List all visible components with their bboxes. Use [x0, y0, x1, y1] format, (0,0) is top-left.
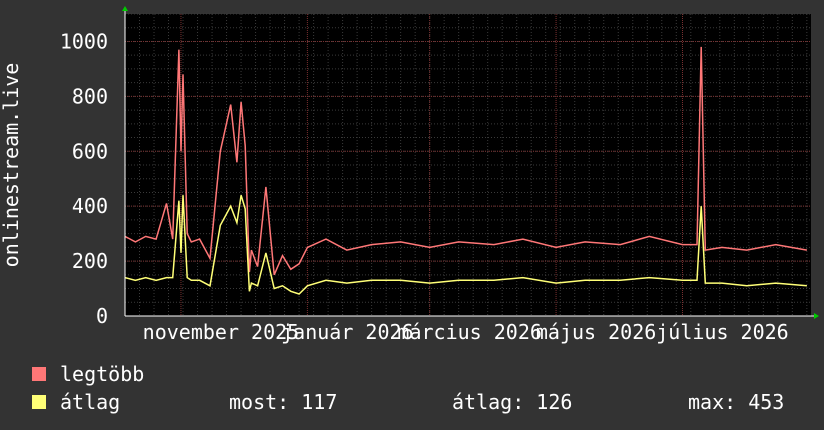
- y-tick-label: 1000: [60, 29, 108, 53]
- y-axis-arrow-icon: [122, 6, 128, 11]
- x-tick-label: január 2026: [281, 320, 413, 344]
- x-tick-label: november 2025: [143, 320, 300, 344]
- y-axis-label: onlinestream.live: [0, 63, 23, 268]
- y-tick-label: 400: [72, 194, 108, 218]
- y-tick-label: 800: [72, 84, 108, 108]
- x-tick-label: május 2026: [536, 320, 656, 344]
- y-tick-label: 600: [72, 139, 108, 163]
- y-tick-label: 200: [72, 249, 108, 273]
- chart: 0 200 400 600 800 1000 november 2025január 20…: [0, 6, 819, 344]
- x-tick-label: július 2026: [656, 320, 788, 344]
- x-tick-label: március 2026: [397, 320, 542, 344]
- y-tick-label: 0: [96, 304, 108, 328]
- y-tick-labels: 0 200 400 600 800 1000: [60, 29, 108, 328]
- x-tick-labels: november 2025január 2026március 2026máju…: [143, 320, 789, 344]
- x-axis-arrow-icon: [814, 313, 819, 319]
